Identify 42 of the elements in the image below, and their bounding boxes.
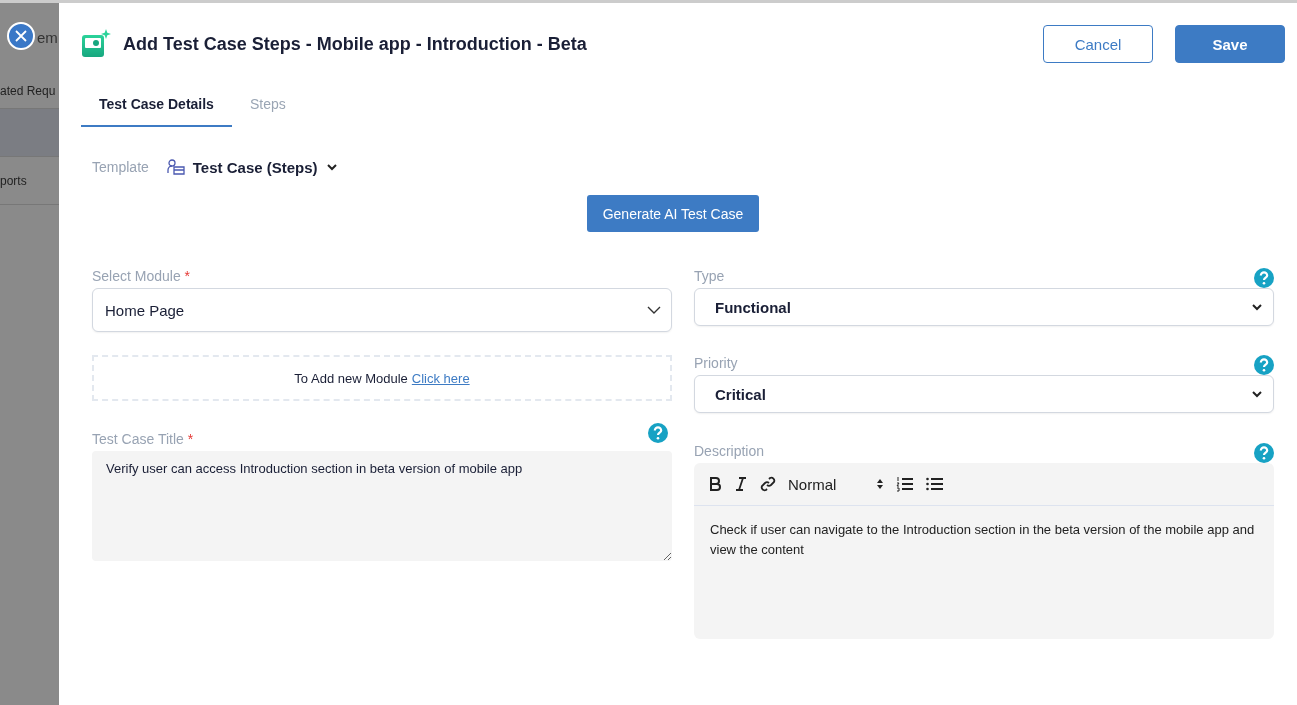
close-icon bbox=[15, 30, 27, 42]
field-label: Priority bbox=[694, 355, 738, 373]
link-icon[interactable] bbox=[760, 476, 776, 492]
help-icon[interactable] bbox=[1254, 443, 1274, 463]
page-heading: em bbox=[37, 29, 58, 47]
field-label: Test Case Title * bbox=[92, 431, 194, 449]
dialog-title: Add Test Case Steps - Mobile app - Introduction - Beta bbox=[123, 33, 588, 55]
help-icon[interactable] bbox=[648, 423, 668, 443]
template-label: Template bbox=[92, 159, 149, 175]
field-label: Description bbox=[694, 443, 765, 461]
numbered-list-icon[interactable] bbox=[896, 476, 914, 492]
help-icon[interactable] bbox=[1254, 268, 1274, 288]
chevron-down-icon bbox=[1251, 388, 1263, 400]
field-label: Type bbox=[694, 268, 725, 286]
description-editor[interactable]: Normal Check if user can navigate to the Introduction section in the beta version of the mobile app and view the content bbox=[694, 463, 1274, 639]
format-select[interactable]: Normal bbox=[788, 475, 884, 493]
type-select[interactable]: Functional bbox=[694, 288, 1274, 326]
required-mark: * bbox=[186, 431, 194, 447]
module-select[interactable]: Home Page bbox=[92, 288, 672, 332]
save-button[interactable]: Save bbox=[1175, 25, 1285, 63]
chevron-down-icon bbox=[1251, 301, 1263, 313]
add-module-text: To Add new Module bbox=[294, 370, 408, 386]
generate-ai-button[interactable]: Generate AI Test Case bbox=[586, 195, 760, 232]
chevron-down-icon bbox=[647, 305, 661, 315]
up-down-arrows-icon bbox=[876, 478, 884, 490]
cancel-button[interactable]: Cancel bbox=[1043, 25, 1153, 63]
priority-select[interactable]: Critical bbox=[694, 375, 1274, 413]
click-here-link[interactable]: Click here bbox=[411, 370, 470, 386]
tab[interactable]: Test Case Details bbox=[81, 83, 232, 127]
help-icon[interactable] bbox=[1254, 355, 1274, 375]
field-label: Select Module * bbox=[92, 268, 191, 286]
app-logo-icon bbox=[81, 29, 111, 59]
chevron-down-icon bbox=[325, 161, 338, 173]
bold-icon[interactable] bbox=[708, 477, 722, 491]
description-text: Check if user can navigate to the Introduction section in the beta version of the mobile app and view the content bbox=[709, 521, 1256, 559]
template-icon bbox=[166, 159, 185, 175]
required-mark: * bbox=[183, 268, 191, 284]
template-selector[interactable]: Test Case (Steps) bbox=[166, 158, 338, 176]
nav-item[interactable]: ports bbox=[0, 157, 59, 205]
bullet-list-icon[interactable] bbox=[926, 476, 944, 492]
italic-icon[interactable] bbox=[734, 477, 748, 491]
title-textarea[interactable]: Verify user can access Introduction section in beta version of mobile app bbox=[92, 451, 672, 561]
